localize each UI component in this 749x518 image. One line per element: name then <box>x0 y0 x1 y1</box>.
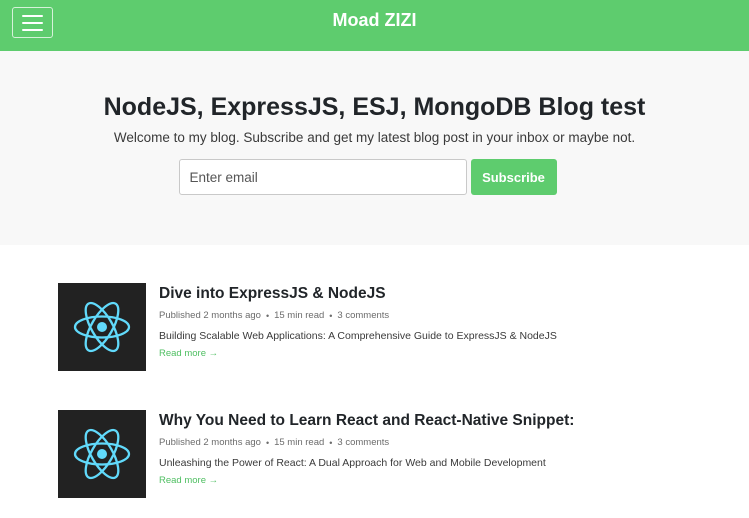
post-excerpt: Unleashing the Power of React: A Dual Ap… <box>159 457 546 469</box>
post-item: Why You Need to Learn React and React-Na… <box>58 410 574 498</box>
react-logo-icon[interactable] <box>58 283 146 371</box>
meta-separator: • <box>265 437 270 448</box>
post-meta: Published 2 months ago • 15 min read • 3… <box>159 310 557 321</box>
post-excerpt: Building Scalable Web Applications: A Co… <box>159 330 557 342</box>
meta-separator: • <box>329 310 333 321</box>
react-logo-svg <box>73 428 131 480</box>
post-published: Published 2 months ago <box>159 437 261 448</box>
post-title[interactable]: Why You Need to Learn React and React-Na… <box>159 412 574 430</box>
post-comments[interactable]: 3 comments <box>337 310 389 321</box>
react-logo-icon[interactable] <box>58 410 146 498</box>
post-body: Dive into ExpressJS & NodeJS Published 2… <box>159 283 557 371</box>
email-input[interactable] <box>178 159 467 195</box>
hamburger-menu-icon[interactable] <box>12 7 53 38</box>
brand-title[interactable]: Moad ZIZI <box>333 10 417 31</box>
menu-bar <box>22 14 43 17</box>
menu-bar <box>22 28 43 31</box>
post-title[interactable]: Dive into ExpressJS & NodeJS <box>159 285 557 303</box>
subscribe-form: Subscribe <box>178 159 557 195</box>
hero-section: NodeJS, ExpressJS, ESJ, MongoDB Blog tes… <box>0 51 749 245</box>
post-body: Why You Need to Learn React and React-Na… <box>159 410 574 498</box>
post-item: Dive into ExpressJS & NodeJS Published 2… <box>58 283 557 371</box>
post-read-time: 15 min read <box>274 437 325 448</box>
read-more-link[interactable]: Read more → <box>159 475 574 486</box>
navbar: Moad ZIZI <box>0 0 749 51</box>
page-subtitle: Welcome to my blog. Subscribe and get my… <box>113 130 636 145</box>
meta-separator: • <box>329 437 333 448</box>
read-more-link[interactable]: Read more → <box>159 348 557 359</box>
menu-bar <box>22 21 43 24</box>
post-meta: Published 2 months ago • 15 min read • 3… <box>159 437 574 448</box>
post-published: Published 2 months ago <box>159 310 261 321</box>
meta-separator: • <box>265 310 270 321</box>
subscribe-button[interactable]: Subscribe <box>470 159 557 195</box>
react-logo-svg <box>73 301 131 353</box>
post-comments[interactable]: 3 comments <box>337 437 389 448</box>
post-read-time: 15 min read <box>274 310 325 321</box>
page-title: NodeJS, ExpressJS, ESJ, MongoDB Blog tes… <box>103 93 646 121</box>
